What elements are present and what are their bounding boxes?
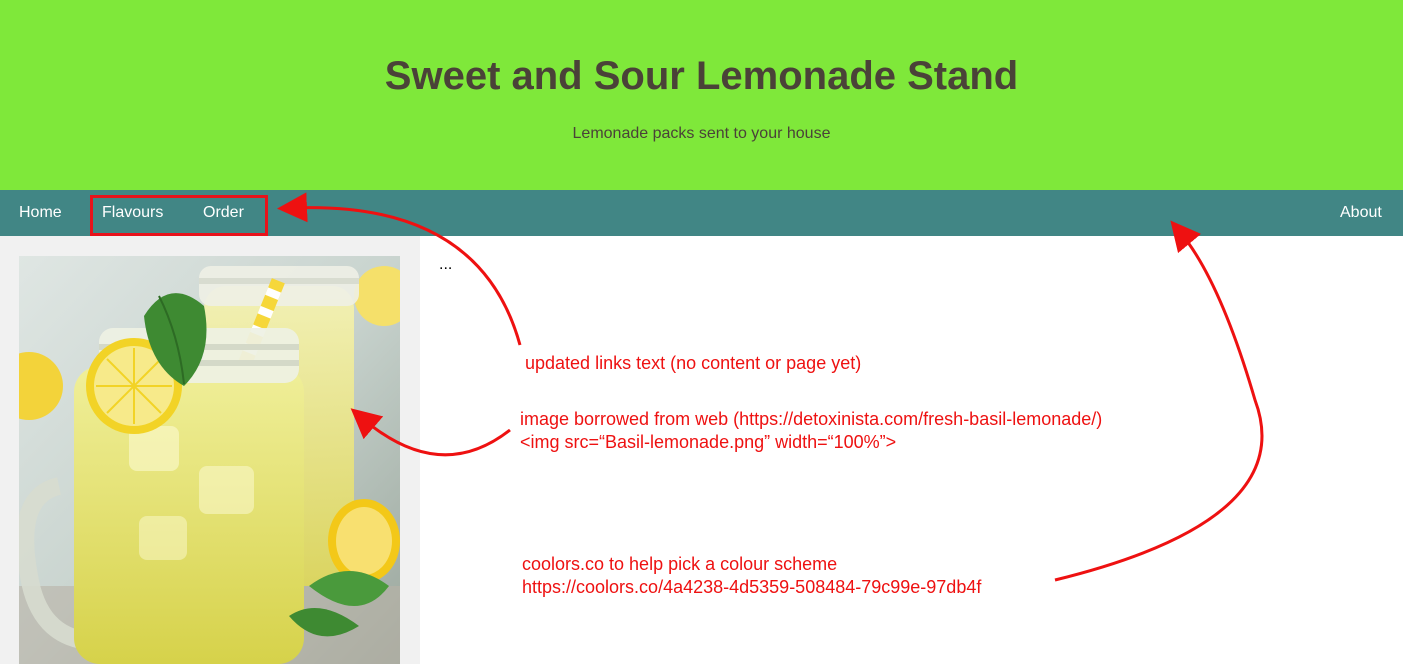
- page-header: Sweet and Sour Lemonade Stand Lemonade p…: [0, 0, 1403, 190]
- page-subtitle: Lemonade packs sent to your house: [572, 125, 831, 142]
- arrow-to-navbar: [1054, 220, 1264, 582]
- page-title: Sweet and Sour Lemonade Stand: [384, 54, 1019, 98]
- annotation-colour-note-line1: coolors.co to help pick a colour scheme: [522, 554, 838, 574]
- annotation-links-note: updated links text (no content or page y…: [525, 353, 862, 373]
- annotation-image-note-line2: <img src=“Basil-lemonade.png” width=“100…: [520, 432, 897, 452]
- annotation-image-note-line1: image borrowed from web (https://detoxin…: [520, 409, 1103, 429]
- main-content-text: ...: [439, 256, 453, 273]
- annotation-colour-note-line2: https://coolors.co/4a4238-4d5359-508484-…: [522, 577, 982, 597]
- nav-link-about[interactable]: About: [1340, 204, 1382, 222]
- annotation-highlight-box: [90, 195, 268, 236]
- nav-link-home[interactable]: Home: [19, 204, 62, 222]
- lemonade-photo: [19, 256, 400, 664]
